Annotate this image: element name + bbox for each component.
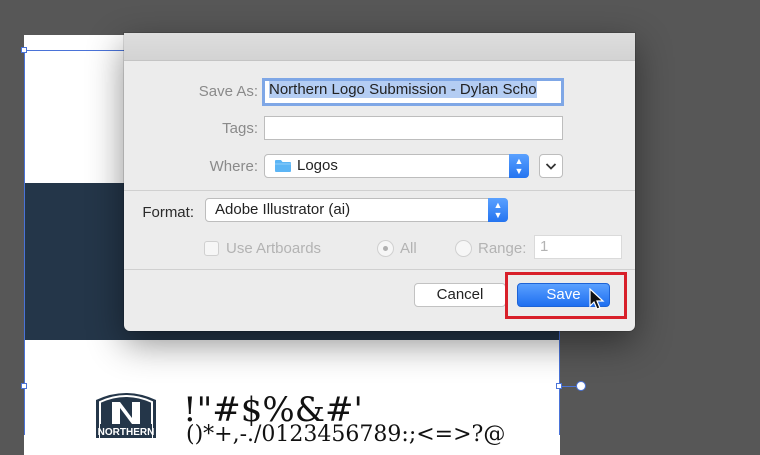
tags-field[interactable] (264, 116, 563, 140)
range-radio[interactable] (455, 240, 472, 257)
use-artboards-label: Use Artboards (226, 240, 322, 257)
dialog-titlebar (124, 33, 635, 61)
selection-line-left (24, 50, 25, 435)
save-as-field[interactable]: Northern Logo Submission - Dylan Scho (262, 78, 564, 106)
all-radio[interactable] (377, 240, 394, 257)
mouse-pointer-icon (589, 288, 605, 310)
cancel-button[interactable]: Cancel (414, 283, 506, 307)
save-button-highlight (505, 272, 627, 319)
glyph-sample-line-2: ()*+,-./0123456789:;<=>?@ (186, 422, 506, 447)
where-value: Logos (297, 157, 338, 174)
separator-bottom (124, 269, 635, 270)
all-radio-dot (383, 246, 388, 251)
selection-line-top (24, 50, 124, 51)
range-label: Range: (478, 240, 527, 257)
folder-icon (275, 160, 291, 172)
selection-handle-top-left[interactable] (21, 47, 27, 53)
separator-top (124, 190, 635, 191)
selection-handle-right-mid[interactable] (556, 383, 562, 389)
up-down-arrows-icon: ▲ ▼ (488, 198, 508, 222)
format-label: Format: (142, 204, 194, 221)
northern-shield-logo: NORTHERN (96, 393, 156, 438)
where-popup[interactable]: Logos ▲ ▼ (264, 154, 529, 178)
format-value: Adobe Illustrator (ai) (215, 201, 351, 218)
use-artboards-checkbox[interactable] (204, 241, 219, 256)
save-as-label: Save As: (198, 83, 258, 100)
where-label: Where: (209, 158, 258, 175)
logo-text: NORTHERN (98, 427, 155, 438)
up-down-arrows-icon: ▲ ▼ (509, 154, 529, 178)
selection-handle-left-mid[interactable] (21, 383, 27, 389)
tags-label: Tags: (222, 120, 258, 137)
save-as-value: Northern Logo Submission - Dylan Scho (269, 81, 537, 98)
format-popup[interactable]: Adobe Illustrator (ai) ▲ ▼ (205, 198, 508, 222)
expand-button[interactable] (539, 154, 563, 178)
rotate-handle[interactable] (576, 381, 586, 391)
all-label: All (400, 240, 417, 257)
chevron-down-icon (545, 163, 557, 170)
range-field[interactable]: 1 (534, 235, 622, 259)
